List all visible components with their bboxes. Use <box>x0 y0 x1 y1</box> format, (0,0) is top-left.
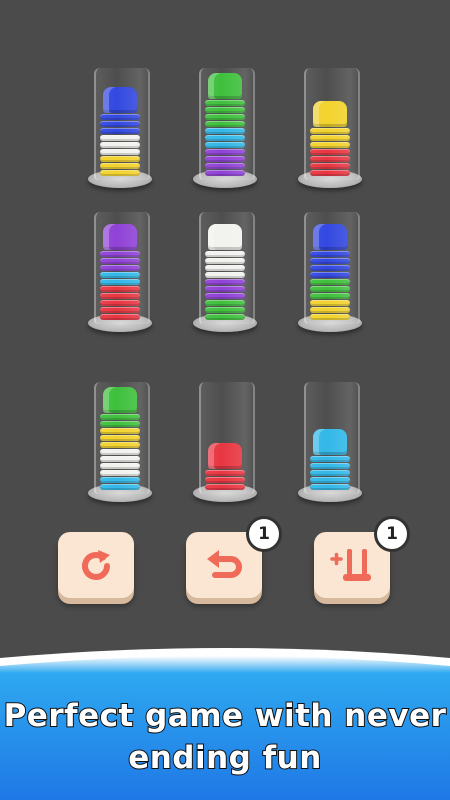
game-board: 1 1 <box>0 0 450 660</box>
add-tube-count-badge: 1 <box>374 516 410 552</box>
banner-line-2: ending fun <box>127 739 322 777</box>
tube-glass <box>94 382 150 494</box>
promo-banner: Perfect game with never ending fun <box>0 640 450 800</box>
tube-glass <box>199 68 255 180</box>
tube-7[interactable] <box>88 382 152 502</box>
tube-1[interactable] <box>88 68 152 188</box>
tube-4[interactable] <box>88 212 152 332</box>
tube-3[interactable] <box>298 68 362 188</box>
restart-icon <box>82 550 110 580</box>
tube-glass <box>304 68 360 180</box>
undo-count-badge: 1 <box>246 516 282 552</box>
banner-line-1: Perfect game with never <box>3 697 447 735</box>
tube-glass <box>199 212 255 324</box>
tube-glass <box>304 212 360 324</box>
tube-6[interactable] <box>298 212 362 332</box>
tube-glass <box>199 382 255 494</box>
tube-8[interactable] <box>193 382 257 502</box>
add-tube-icon <box>330 549 371 581</box>
undo-icon <box>207 550 242 578</box>
tube-glass <box>94 68 150 180</box>
tube-9[interactable] <box>298 382 362 502</box>
tube-glass <box>94 212 150 324</box>
restart-button[interactable] <box>58 532 134 598</box>
tube-2[interactable] <box>193 68 257 188</box>
tube-5[interactable] <box>193 212 257 332</box>
tube-glass <box>304 382 360 494</box>
